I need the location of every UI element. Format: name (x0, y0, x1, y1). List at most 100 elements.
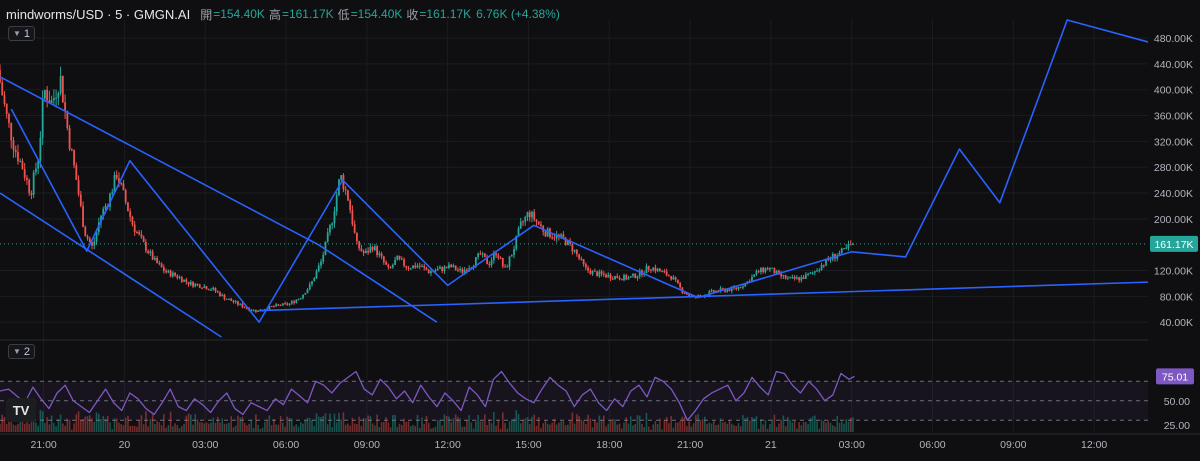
volume-bar (270, 425, 273, 432)
candle-down (616, 276, 619, 278)
volume-bar (317, 416, 320, 432)
oscillator-tick-label: 25.00 (1164, 420, 1190, 432)
volume-bar (831, 425, 834, 432)
candle-down (414, 265, 417, 268)
volume-bar (549, 424, 551, 432)
candle-up (598, 271, 601, 277)
volume-bar (807, 423, 809, 432)
volume-bar (205, 422, 208, 432)
y-tick-label: 400.00K (1154, 85, 1193, 97)
candle-up (275, 304, 277, 307)
chart-canvas[interactable]: 480.00K440.00K400.00K360.00K320.00K280.0… (0, 0, 1200, 461)
volume-bar (852, 417, 854, 432)
volume-bar (688, 421, 690, 432)
grid (0, 20, 1200, 432)
pane-2-toggle-button[interactable]: ▼ 2 (8, 344, 36, 359)
volume-bar (603, 415, 605, 432)
candle-up (510, 255, 513, 257)
volume-bar (578, 416, 580, 432)
candle-down (712, 290, 715, 292)
volume-bar (663, 420, 666, 432)
candle-down (351, 210, 354, 225)
volume-bar (672, 427, 675, 432)
volume-bar (656, 424, 659, 432)
candle-down (589, 270, 592, 274)
volume-bar (380, 422, 383, 432)
volume-bar (223, 423, 226, 432)
volume-bar (360, 425, 363, 432)
candle-up (104, 205, 107, 209)
candle-up (656, 268, 659, 272)
x-tick-label: 09:00 (1000, 439, 1026, 451)
change-value: 6.76K (+4.38%) (476, 7, 560, 21)
volume-bar (41, 411, 44, 432)
volume-bar (282, 422, 284, 432)
pane-1-toggle-button[interactable]: ▼ 1 (8, 26, 36, 41)
volume-bar (293, 426, 295, 432)
volume-bar (185, 415, 188, 432)
volume-bar (504, 423, 506, 432)
volume-bar (127, 415, 129, 432)
candle-down (488, 264, 491, 266)
volume-bar (39, 410, 42, 432)
candle-down (30, 193, 33, 195)
candle-down (721, 288, 724, 290)
candle-up (607, 274, 610, 278)
candle-up (378, 253, 381, 256)
volume-bar (840, 421, 843, 432)
channel-lower-line (0, 192, 222, 338)
volume-bar (248, 423, 250, 432)
volume-bar (744, 418, 747, 432)
volume-bar (746, 417, 749, 432)
volume-bar (183, 423, 185, 432)
candle-down (575, 249, 578, 255)
close-value: =161.17K (419, 7, 472, 21)
y-tick-label: 120.00K (1154, 266, 1193, 278)
volume-bar (499, 428, 502, 432)
candle-up (32, 172, 35, 195)
volume-bar (488, 419, 491, 432)
volume-bar (818, 428, 821, 432)
volume-bar (670, 416, 672, 432)
candle-down (270, 306, 273, 308)
candle-down (587, 267, 589, 271)
volume-bar (625, 417, 628, 432)
volume-bar (82, 418, 84, 432)
volume-bar (825, 422, 827, 432)
volume-bar (452, 418, 455, 432)
candle-up (795, 277, 798, 279)
candle-up (297, 299, 300, 301)
volume-bar (28, 423, 30, 432)
volume-bar (35, 422, 37, 432)
volume-bar (811, 416, 814, 432)
volume-bar (535, 425, 538, 432)
volume-bar (118, 422, 120, 432)
volume-bar (757, 429, 760, 432)
candle-up (189, 281, 192, 285)
volume-bar (80, 420, 82, 432)
candle-down (735, 287, 738, 290)
candle-up (829, 259, 832, 261)
volume-bar (302, 423, 304, 432)
volume-bar (12, 424, 15, 432)
tradingview-logo[interactable]: TV (6, 398, 36, 422)
volume-bar (726, 423, 729, 432)
volume-bar (677, 422, 679, 432)
volume-bar (203, 423, 206, 432)
candle-down (382, 256, 385, 263)
volume-bar (466, 420, 468, 432)
volume-bar (23, 423, 26, 432)
candle-down (198, 284, 201, 288)
volume-bar (627, 423, 630, 432)
volume-bar (710, 423, 713, 432)
candle-down (115, 174, 118, 179)
candle-up (221, 294, 224, 297)
candle-up (412, 265, 414, 269)
volume-bar (778, 423, 780, 432)
x-tick-label: 21 (765, 439, 777, 451)
volume-bar (201, 422, 203, 432)
volume-bar (308, 417, 311, 432)
candle-up (167, 270, 170, 273)
volume-bar (416, 414, 419, 432)
volume-bar (607, 423, 610, 432)
